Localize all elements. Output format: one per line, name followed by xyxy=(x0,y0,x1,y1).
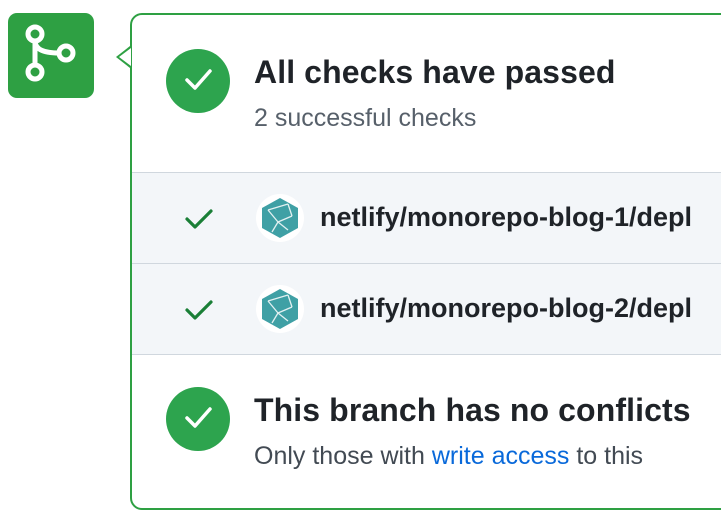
checks-summary: All checks have passed 2 successful chec… xyxy=(132,15,721,173)
check-row[interactable]: netlify/monorepo-blog-2/depl xyxy=(132,264,721,355)
conflicts-description: Only those with write access to this xyxy=(254,442,643,471)
panel-pointer-fill xyxy=(119,48,131,66)
check-name[interactable]: netlify/monorepo-blog-2/depl xyxy=(320,293,692,324)
check-row[interactable]: netlify/monorepo-blog-1/depl xyxy=(132,173,721,264)
merge-status-badge xyxy=(8,13,94,98)
check-icon xyxy=(181,400,215,439)
conflicts-summary: This branch has no conflicts Only those … xyxy=(132,355,721,505)
check-name[interactable]: netlify/monorepo-blog-1/depl xyxy=(320,202,692,233)
checks-subtitle: 2 successful checks xyxy=(254,104,477,132)
netlify-logo-icon xyxy=(256,285,304,333)
check-icon xyxy=(184,208,214,235)
conflicts-text-after: to this xyxy=(569,442,644,470)
merge-status-panel: All checks have passed 2 successful chec… xyxy=(130,13,721,510)
conflicts-title: This branch has no conflicts xyxy=(254,392,691,428)
git-branch-icon xyxy=(20,22,82,89)
check-icon xyxy=(181,62,215,101)
checks-title: All checks have passed xyxy=(254,54,616,90)
checks-status-icon xyxy=(166,49,230,113)
write-access-link[interactable]: write access xyxy=(432,442,570,470)
conflicts-text-before: Only those with xyxy=(254,442,432,470)
netlify-logo-icon xyxy=(256,194,304,242)
conflicts-status-icon xyxy=(166,387,230,451)
check-icon xyxy=(184,299,214,326)
